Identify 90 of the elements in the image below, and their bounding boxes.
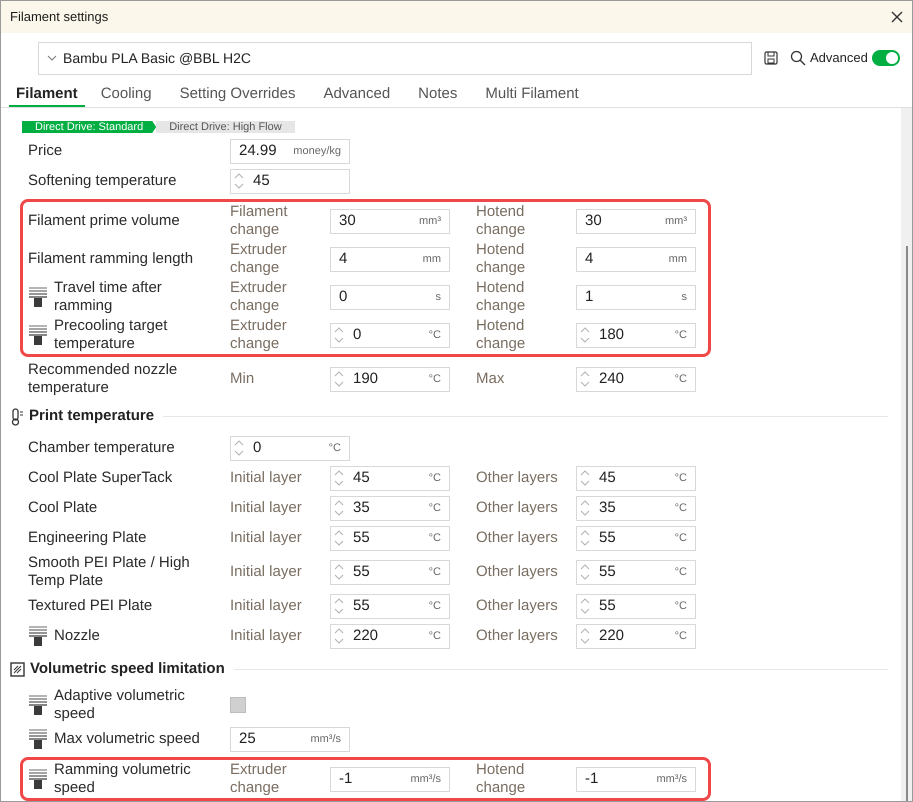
- advanced-label: Advanced: [810, 49, 868, 68]
- field-label: Textured PEI Plate: [28, 597, 152, 615]
- field-label: Nozzle: [54, 627, 100, 645]
- input-field[interactable]: -1 mm³/s: [576, 766, 696, 792]
- field-label: Price: [28, 142, 62, 160]
- field-label: Adaptive volumetric speed: [54, 687, 186, 723]
- input-field[interactable]: 1 s: [576, 284, 696, 310]
- field-label: Smooth PEI Plate / High Temp Plate: [28, 554, 191, 590]
- field-caption: Hotend change: [476, 203, 526, 239]
- field-label: Recommended nozzle temperature: [28, 361, 178, 397]
- field-label: Precooling target temperature: [54, 317, 168, 353]
- input-field[interactable]: 55 °C: [330, 526, 450, 550]
- close-icon[interactable]: [890, 10, 904, 24]
- tab[interactable]: Advanced: [311, 83, 402, 107]
- window-title: Filament settings: [10, 8, 108, 26]
- field-label: Cool Plate SuperTack: [28, 469, 172, 487]
- advanced-toggle[interactable]: [872, 50, 900, 66]
- input-field[interactable]: 240 °C: [576, 366, 696, 392]
- tab[interactable]: Filament: [9, 83, 85, 107]
- input-field[interactable]: 4 mm: [330, 246, 450, 272]
- input-field[interactable]: 35 °C: [576, 496, 696, 520]
- input-field[interactable]: 30 mm³: [330, 208, 450, 234]
- field-label: Travel time after ramming: [54, 279, 163, 315]
- checkbox[interactable]: [230, 697, 246, 713]
- input-field[interactable]: 30 mm³: [576, 208, 696, 234]
- input-field[interactable]: 0 °C: [330, 322, 450, 348]
- field-label: Filament prime volume: [28, 212, 180, 230]
- field-caption: Extruder change: [230, 241, 288, 277]
- field-caption: Initial layer: [230, 469, 303, 487]
- input-field[interactable]: 180 °C: [576, 322, 696, 348]
- input-field[interactable]: 24.99 money/kg: [230, 138, 350, 164]
- section-title: Volumetric speed limitation: [30, 659, 225, 680]
- hatched-square-icon: [10, 662, 25, 677]
- field-caption: Initial layer: [230, 499, 303, 517]
- field-caption: Other layers: [476, 597, 559, 615]
- section-title: Print temperature: [29, 406, 154, 426]
- field-caption: Other layers: [476, 529, 559, 547]
- field-caption: Other layers: [476, 627, 559, 645]
- variant-tab[interactable]: Direct Drive: High Flow: [156, 121, 295, 133]
- field-label: Softening temperature: [28, 172, 176, 190]
- input-field[interactable]: 55 °C: [330, 560, 450, 584]
- tab[interactable]: Multi Filament: [473, 83, 591, 107]
- field-caption: Filament change: [230, 203, 289, 239]
- field-caption: Extruder change: [230, 761, 288, 797]
- search-icon[interactable]: [790, 50, 806, 66]
- input-field[interactable]: 45 °C: [330, 466, 450, 490]
- input-field[interactable]: 220 °C: [576, 624, 696, 648]
- field-label: Chamber temperature: [28, 439, 175, 457]
- preset-dropdown[interactable]: Bambu PLA Basic @BBL H2C: [38, 42, 752, 74]
- field-caption: Extruder change: [230, 279, 288, 315]
- input-field[interactable]: 35 °C: [330, 496, 450, 520]
- input-field[interactable]: 0 °C: [230, 436, 350, 460]
- tab[interactable]: Setting Overrides: [168, 83, 308, 107]
- field-caption: Hotend change: [476, 241, 526, 277]
- field-caption: Extruder change: [230, 317, 288, 353]
- field-caption: Initial layer: [230, 627, 303, 645]
- input-field[interactable]: 190 °C: [330, 366, 450, 392]
- input-field[interactable]: 0 s: [330, 284, 450, 310]
- input-field[interactable]: 220 °C: [330, 624, 450, 648]
- field-caption: Other layers: [476, 563, 559, 581]
- field-label: Engineering Plate: [28, 529, 146, 547]
- field-label: Max volumetric speed: [54, 730, 200, 748]
- input-field[interactable]: -1 mm³/s: [330, 766, 450, 792]
- field-label: Ramming volumetric speed: [54, 761, 192, 797]
- field-caption: Initial layer: [230, 597, 303, 615]
- field-caption: Hotend change: [476, 761, 526, 797]
- input-field[interactable]: 55 °C: [576, 594, 696, 618]
- field-caption: Hotend change: [476, 317, 526, 353]
- field-caption: Min: [230, 370, 256, 388]
- scrollbar-thumb[interactable]: [906, 246, 908, 801]
- field-caption: Other layers: [476, 499, 559, 517]
- field-caption: Max: [476, 370, 506, 388]
- save-icon[interactable]: [764, 51, 778, 65]
- input-field[interactable]: 4 mm: [576, 246, 696, 272]
- field-label: Cool Plate: [28, 499, 98, 517]
- input-field[interactable]: 55 °C: [576, 560, 696, 584]
- field-label: Filament ramming length: [28, 250, 194, 268]
- thermometer-icon: [10, 408, 24, 426]
- input-field[interactable]: 45: [230, 168, 350, 194]
- field-caption: Other layers: [476, 469, 559, 487]
- field-caption: Initial layer: [230, 529, 303, 547]
- input-field[interactable]: 45 °C: [576, 466, 696, 490]
- input-field[interactable]: 55 °C: [330, 594, 450, 618]
- field-caption: Initial layer: [230, 563, 303, 581]
- input-field[interactable]: 55 °C: [576, 526, 696, 550]
- input-field[interactable]: 25 mm³/s: [230, 726, 350, 752]
- tab[interactable]: Notes: [406, 83, 470, 107]
- chevron-down-icon: [47, 55, 57, 61]
- field-caption: Hotend change: [476, 279, 526, 315]
- tab[interactable]: Cooling: [88, 83, 164, 107]
